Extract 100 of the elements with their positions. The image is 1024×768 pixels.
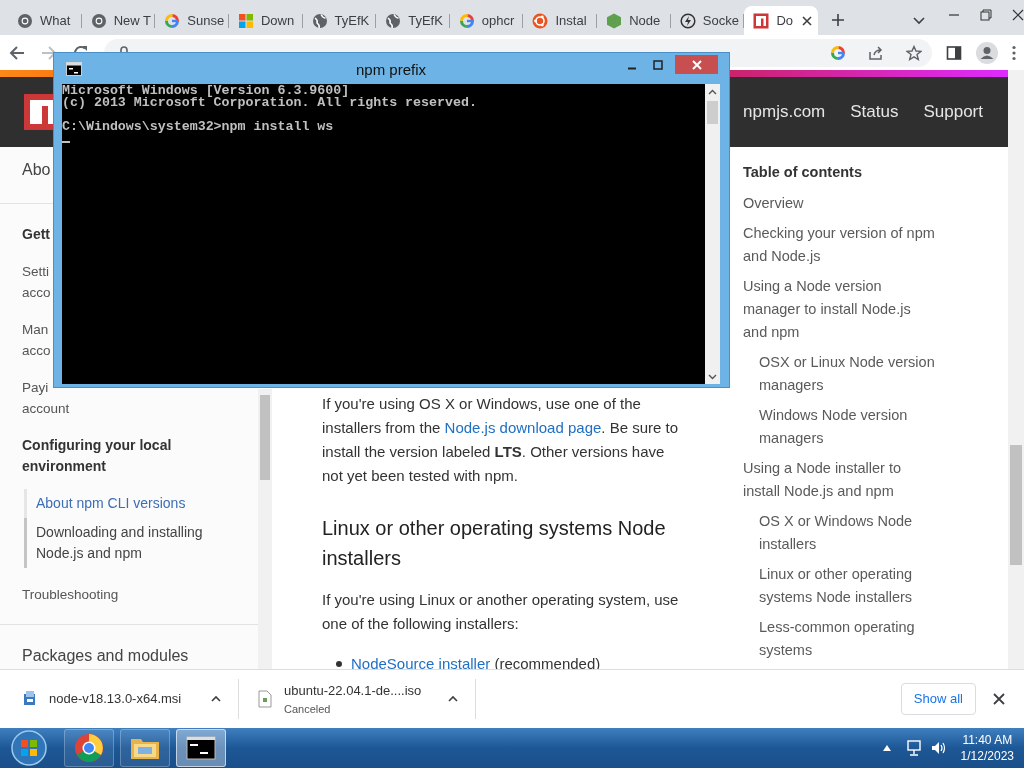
npm-logo-icon[interactable] [24,94,53,130]
back-arrow-icon[interactable] [8,43,26,62]
sidebar-heading[interactable]: Gett [22,224,50,245]
taskbar-button[interactable] [176,729,226,767]
paragraph: If you're using OS X or Windows, use one of the installers from the Node.js download page. Be sure to install the version labeled LTS. Other versions have not yet been tested with npm. [322,394,680,486]
toc-link[interactable]: Windows Node version managers [759,404,939,450]
clock-date[interactable]: 1/12/2023 [960,748,1014,764]
console-line: C:\Windows\system32>npm install ws [62,121,335,133]
sidebar-heading[interactable]: Configuring your local environment [22,435,227,477]
browser-tab[interactable]: What [8,6,82,35]
browser-tab[interactable]: ophcr [449,6,524,35]
download-status: Canceled [284,701,332,717]
browser-tab[interactable]: Node [597,6,671,35]
hexagon-icon [606,12,623,29]
ubuntu-logo-icon [532,12,549,29]
g-logo-icon [164,12,181,29]
browser-tab[interactable]: Down [228,6,303,35]
bolt-icon [679,12,696,29]
toc-link[interactable]: OSX or Linux Node version managers [759,351,939,397]
scrollbar-thumb[interactable] [707,101,718,124]
console-line: (c) 2013 Microsoft Corporation. All rights reserved. [62,97,478,109]
link[interactable]: Node.js download page [444,419,602,436]
maximize-icon [653,59,663,70]
scroll-up-icon[interactable] [708,89,717,95]
toc-link[interactable]: OS X or Windows Node installers [759,510,939,556]
show-all-button[interactable]: Show all [900,683,976,715]
scrollbar-track[interactable] [258,389,272,669]
plus-icon[interactable] [830,12,847,28]
browser-tab[interactable]: New T [81,6,156,35]
window-title: npm prefix [356,60,426,80]
tray-arrow-icon[interactable] [882,745,891,751]
browser-tab[interactable]: TyEfK [376,6,450,35]
sidebar-section-link[interactable]: Packages and modules [22,643,189,669]
restore-icon[interactable] [980,9,993,21]
console-line: Microsoft Windows [Version 6.3.9600] [62,85,350,97]
network-icon[interactable] [906,740,923,756]
sidebar-link[interactable]: Man [22,319,49,340]
browser-tab[interactable]: Instal [523,6,598,35]
close-icon[interactable] [800,13,815,28]
share-icon[interactable] [868,44,884,61]
forward-arrow-icon[interactable] [40,43,58,62]
scroll-down-icon[interactable] [708,374,717,380]
console-icon [186,733,216,763]
toc-link[interactable]: Less-common operating systems [759,616,939,662]
console-icon [66,62,82,76]
browser-logo-icon [17,12,33,29]
paragraph: If you're using Linux or another operating system, use one of the following installers: [322,590,680,634]
browser-logo-icon [90,12,107,29]
toc-link[interactable]: Overview [743,192,938,215]
sidebar-section-link[interactable]: Abo [22,157,51,183]
browser-logo-icon [74,733,104,763]
heading: Linux or other operating systems Node installers [322,516,667,571]
speaker-icon[interactable] [930,740,947,756]
clock-time[interactable]: 11:40 AM [960,732,1014,748]
scrollbar-track[interactable] [1008,70,1024,669]
npm-logo-icon [753,12,770,29]
windows-logo-icon [237,12,254,29]
globe-icon [311,12,328,29]
g-logo-icon [458,12,475,29]
nav-link[interactable]: npmjs.com [743,99,826,125]
sidebar-link[interactable]: account [22,398,70,419]
close-icon[interactable] [992,692,1006,706]
file-icon [257,690,273,708]
minimize-icon [627,67,637,70]
scrollbar-thumb[interactable] [1010,445,1022,565]
text-cursor [62,141,70,143]
scrollbar-thumb[interactable] [260,395,270,480]
sidebar-link[interactable]: acco [22,282,51,303]
sidebar-link[interactable]: Setti [22,261,49,282]
profile-icon[interactable] [976,41,998,64]
toc-title: Table of contents [743,163,863,182]
toc-link[interactable]: Using a Node version manager to install Node.js and npm [743,275,938,344]
toc-link[interactable]: Using a Node installer to install Node.js and npm [743,457,938,503]
link[interactable]: NodeSource installer [351,655,491,672]
sidebar-link[interactable]: acco [22,340,51,361]
browser-tab[interactable]: Sunse [155,6,229,35]
nav-link[interactable]: Support [923,99,983,125]
toc-link[interactable]: Checking your version of npm and Node.js [743,222,938,268]
side-panel-icon[interactable] [946,44,962,61]
globe-icon [385,12,402,29]
sidebar-link[interactable]: Downloading and installing Node.js and npm [24,518,224,568]
close-button[interactable] [675,55,718,74]
sidebar-link[interactable]: About npm CLI versions [24,489,224,518]
installer-icon [22,690,38,708]
file-name[interactable]: node-v18.13.0-x64.msi [49,689,187,709]
start-orb-icon[interactable] [10,729,48,767]
sidebar-link[interactable]: Payi [22,377,49,398]
close-icon [691,59,702,70]
sidebar-link[interactable]: Troubleshooting [22,584,119,605]
close-icon[interactable] [1012,9,1024,21]
more-menu-icon[interactable] [1012,44,1016,61]
browser-tab[interactable]: Do [744,6,819,35]
star-icon[interactable] [906,44,922,61]
file-name[interactable]: ubuntu-22.04.1-de....iso [284,681,424,701]
browser-tab[interactable]: Socke [670,6,745,35]
browser-tab[interactable]: TyEfK [302,6,377,35]
toc-link[interactable]: Linux or other operating systems Node installers [759,563,939,609]
g-logo-icon[interactable] [830,44,846,61]
scrollbar-track[interactable] [705,84,720,384]
nav-link[interactable]: Status [850,99,899,125]
